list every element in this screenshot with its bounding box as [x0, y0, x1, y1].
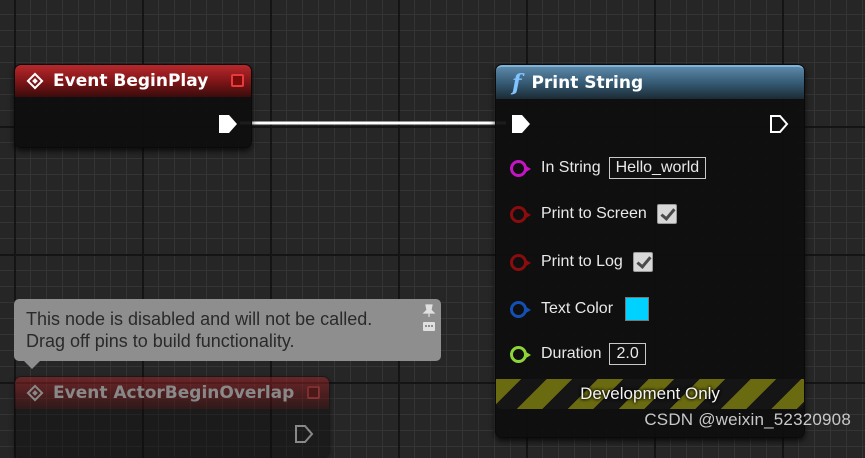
event-actorbeginoverlap-node[interactable]: Event ActorBeginOverlap	[14, 376, 330, 458]
exec-output-pin[interactable]	[293, 423, 315, 445]
comment-icon[interactable]	[422, 321, 436, 333]
duration-field[interactable]: 2.0	[609, 343, 646, 365]
duration-row: Duration 2.0	[510, 342, 646, 366]
in-string-pin[interactable]	[510, 159, 531, 177]
print-to-screen-checkbox[interactable]	[656, 204, 677, 224]
delegate-icon[interactable]	[307, 386, 320, 399]
tooltip-line-1: This node is disabled and will not be ca…	[26, 309, 373, 329]
print-to-log-checkbox[interactable]	[632, 252, 653, 272]
event-actorbeginoverlap-title: Event ActorBeginOverlap	[53, 383, 295, 403]
print-to-log-pin[interactable]	[510, 253, 531, 271]
print-string-header[interactable]: f Print String	[496, 65, 804, 99]
print-to-screen-label: Print to Screen	[541, 205, 647, 222]
print-to-log-label: Print to Log	[541, 253, 623, 270]
duration-label: Duration	[541, 345, 602, 362]
print-to-log-row: Print to Log	[510, 250, 653, 274]
disabled-node-tooltip: This node is disabled and will not be ca…	[14, 299, 441, 369]
in-string-field[interactable]: Hello_world	[608, 157, 707, 179]
print-string-title: Print String	[531, 73, 644, 93]
print-to-screen-pin[interactable]	[510, 205, 531, 223]
event-beginplay-node[interactable]: Event BeginPlay	[14, 64, 252, 148]
duration-pin[interactable]	[510, 345, 531, 363]
exec-output-pin[interactable]	[768, 113, 790, 135]
exec-output-pin[interactable]	[217, 113, 239, 135]
development-only-banner: Development Only	[496, 379, 804, 409]
text-color-row: Text Color	[510, 297, 650, 321]
text-color-label: Text Color	[541, 300, 614, 317]
tooltip-line-2: Drag off pins to build functionality.	[26, 331, 295, 351]
print-string-node[interactable]: f Print String In String Hello_world Pri…	[495, 64, 805, 438]
event-diamond-icon	[26, 384, 44, 402]
event-diamond-icon	[26, 72, 44, 90]
text-color-pin[interactable]	[510, 300, 531, 318]
text-color-swatch[interactable]	[625, 297, 650, 321]
event-beginplay-header[interactable]: Event BeginPlay	[15, 65, 251, 97]
event-actorbeginoverlap-header[interactable]: Event ActorBeginOverlap	[15, 377, 329, 409]
in-string-row: In String Hello_world	[510, 156, 707, 180]
development-only-label: Development Only	[580, 384, 720, 403]
event-beginplay-title: Event BeginPlay	[53, 71, 209, 91]
watermark: CSDN @weixin_52320908	[644, 410, 851, 429]
in-string-label: In String	[541, 159, 601, 176]
function-icon: f	[512, 70, 522, 96]
print-to-screen-row: Print to Screen	[510, 202, 677, 226]
exec-input-pin[interactable]	[510, 113, 532, 135]
pin-icon[interactable]	[422, 304, 436, 318]
delegate-icon[interactable]	[231, 74, 244, 87]
